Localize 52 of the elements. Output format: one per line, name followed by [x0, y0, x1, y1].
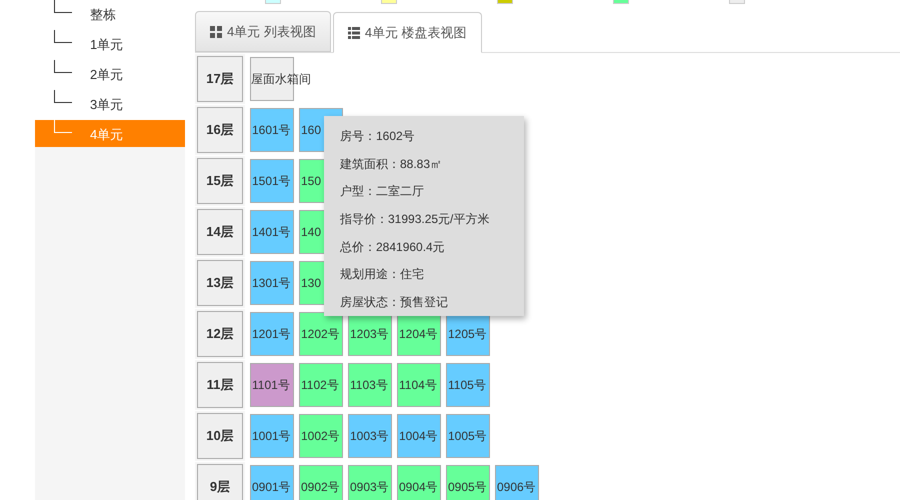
unit-cell[interactable]: 1102号 [299, 362, 343, 406]
unit-cell[interactable]: 0901号 [250, 464, 294, 500]
unit-cell[interactable]: 0906号 [495, 464, 539, 500]
floor-label: 15层 [197, 158, 243, 204]
tree-connector-icon [54, 0, 72, 13]
grid-icon [210, 26, 222, 38]
tooltip-text: 房号：1602号 [340, 128, 416, 145]
roof-label: 屋面水箱间 [251, 70, 311, 86]
view-tab[interactable]: 4单元 列表视图 [195, 11, 331, 52]
floor-label: 17层 [197, 56, 243, 102]
tree-item[interactable]: 2单元 [35, 60, 185, 90]
unit-cell[interactable]: 1501号 [250, 158, 294, 202]
floor-label: 16层 [197, 106, 243, 152]
tooltip-text: 户型：二室二厅 [340, 183, 425, 200]
tooltip-text: 规划用途：住宅 [340, 266, 425, 284]
unit-cell[interactable]: 1105号 [446, 362, 490, 406]
unit-cell[interactable]: 1201号 [250, 312, 294, 356]
unit-cell[interactable]: 0903号 [348, 464, 392, 500]
floor-label: 12层 [197, 310, 243, 356]
list-icon [348, 26, 360, 38]
unit-cell[interactable]: 1002号 [299, 414, 343, 458]
tree-connector-icon [54, 30, 72, 43]
unit-cell[interactable]: 1003号 [348, 414, 392, 458]
floor-label: 10层 [197, 412, 243, 458]
tree-item[interactable]: 1单元 [35, 30, 185, 60]
unit-cell[interactable]: 0905号 [446, 464, 490, 500]
tooltip-text: 建筑面积：88.83㎡ [340, 156, 444, 173]
tree-item[interactable]: 3单元 [35, 90, 185, 120]
floor-label: 9层 [197, 464, 243, 500]
unit-cell[interactable]: 1301号 [250, 260, 294, 304]
unit-cell[interactable]: 0902号 [299, 464, 343, 500]
tree-item[interactable]: 整栋 [35, 0, 185, 30]
unit-cell[interactable]: 1202号 [299, 312, 343, 356]
unit-cell[interactable]: 1101号 [250, 362, 294, 406]
tree-connector-icon [54, 60, 72, 73]
unit-cell[interactable]: 1103号 [348, 362, 392, 406]
unit-cell[interactable]: 1005号 [446, 414, 490, 458]
view-tab[interactable]: 4单元 楼盘表视图 [332, 12, 482, 53]
unit-cell[interactable]: 1004号 [397, 414, 441, 458]
floor-label: 13层 [197, 260, 243, 306]
tooltip-text: 总价：2841960.4元 [340, 238, 446, 256]
unit-cell[interactable]: 1401号 [250, 210, 294, 254]
tree-connector-icon [54, 90, 72, 103]
floor-label: 11层 [197, 362, 243, 408]
tooltip-text: 房屋状态：预售登记 [340, 294, 449, 312]
tree-connector-icon [54, 120, 72, 133]
tooltip-text: 指导价：31993.25元/平方米 [340, 211, 490, 228]
floor-label: 14层 [197, 208, 243, 254]
unit-cell[interactable]: 1601号 [250, 108, 294, 152]
unit-cell[interactable]: 1001号 [250, 414, 294, 458]
unit-cell[interactable]: 1104号 [397, 362, 441, 406]
unit-cell[interactable]: 0904号 [397, 464, 441, 500]
